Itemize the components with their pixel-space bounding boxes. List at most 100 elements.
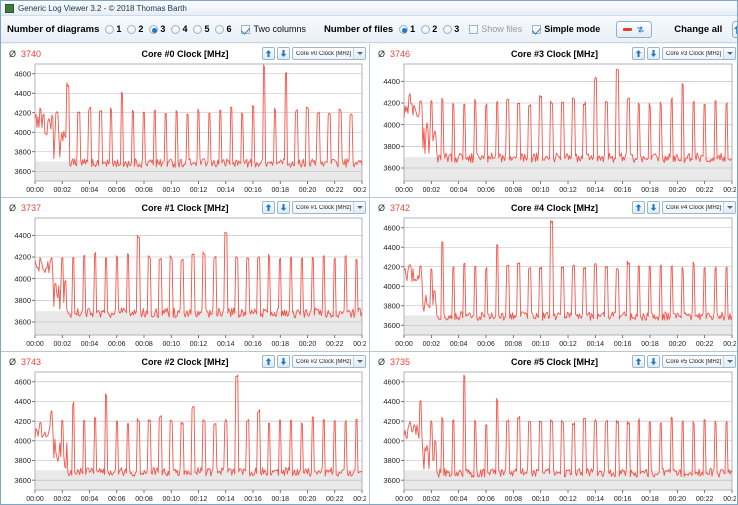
- average-symbol: Ø: [9, 202, 17, 213]
- chart-canvas[interactable]: 3600 3800 4000 4200 4400 4600 00:00 00:02 00:04 0…: [4, 369, 366, 504]
- panel-header: Ø 3742 Core #4 Clock [MHz] Core #4 Clock…: [373, 200, 736, 215]
- svg-text:4400: 4400: [14, 397, 31, 406]
- file-radio-2[interactable]: 2: [421, 24, 437, 34]
- panel-up-button[interactable]: [632, 201, 645, 214]
- arrow-down-icon: [650, 50, 657, 57]
- panel-up-button[interactable]: [262, 47, 275, 60]
- svg-text:00:02: 00:02: [53, 187, 71, 194]
- panel-down-button[interactable]: [277, 355, 290, 368]
- file-radio-1[interactable]: 1: [399, 24, 415, 34]
- svg-text:00:16: 00:16: [244, 496, 262, 503]
- chart-canvas[interactable]: 3600 3800 4000 4200 4400 00:00 00:02 00:04 00:06…: [4, 215, 366, 350]
- file-radio-3[interactable]: 3: [443, 24, 459, 34]
- arrow-down-icon: [280, 50, 287, 57]
- diagram-radio-6[interactable]: 6: [215, 24, 231, 34]
- svg-text:4600: 4600: [14, 69, 31, 78]
- panel-controls: Core #4 Clock [MHz]: [632, 201, 736, 214]
- radio-dot-icon: [421, 24, 431, 34]
- series-select[interactable]: Core #4 Clock [MHz]: [662, 201, 736, 214]
- panel-up-button[interactable]: [632, 47, 645, 60]
- svg-text:00:02: 00:02: [53, 341, 71, 348]
- svg-text:00:08: 00:08: [505, 341, 523, 348]
- series-select[interactable]: Core #1 Clock [MHz]: [292, 201, 366, 214]
- chart-canvas[interactable]: 3600 3800 4000 4200 4400 4600 00:00 00:02 00:04 0…: [373, 215, 736, 350]
- series-select[interactable]: Core #5 Clock [MHz]: [662, 355, 736, 368]
- toggle-series-color-button[interactable]: [616, 20, 653, 38]
- svg-text:3600: 3600: [14, 167, 31, 176]
- svg-text:4400: 4400: [383, 243, 400, 252]
- title-bar: Generic Log Viewer 3.2 - © 2018 Thomas B…: [1, 1, 737, 16]
- average-value: 3740: [21, 48, 42, 59]
- average-display: Ø 3740: [4, 49, 41, 59]
- svg-text:00:06: 00:06: [477, 341, 495, 348]
- series-select-value: Core #1 Clock [MHz]: [296, 204, 352, 211]
- svg-text:4600: 4600: [383, 223, 400, 232]
- series-select[interactable]: Core #0 Clock [MHz]: [292, 47, 366, 60]
- diagram-radio-4[interactable]: 4: [171, 24, 187, 34]
- svg-text:00:24: 00:24: [723, 341, 736, 348]
- average-symbol: Ø: [9, 356, 17, 367]
- panel-down-button[interactable]: [277, 47, 290, 60]
- chart-canvas[interactable]: 3600 3800 4000 4200 4400 4600 00:00 00:02 00:04 0…: [373, 369, 736, 504]
- radio-dot-icon: [193, 24, 203, 34]
- svg-text:00:24: 00:24: [353, 341, 366, 348]
- diagram-radio-3[interactable]: 3: [149, 24, 165, 34]
- series-select[interactable]: Core #2 Clock [MHz]: [292, 355, 366, 368]
- simple-mode-checkbox[interactable]: Simple mode: [532, 24, 600, 34]
- svg-text:00:16: 00:16: [614, 187, 632, 194]
- panel-controls: Core #5 Clock [MHz]: [632, 355, 736, 368]
- svg-text:3800: 3800: [383, 456, 400, 465]
- chart-canvas[interactable]: 3600 3800 4000 4200 4400 4600 00:00 00:02 00:04 0…: [4, 61, 366, 196]
- change-all-up-button[interactable]: [732, 20, 737, 38]
- two-columns-label: Two columns: [253, 24, 307, 34]
- panel-up-button[interactable]: [262, 355, 275, 368]
- svg-text:00:02: 00:02: [423, 341, 441, 348]
- svg-text:3600: 3600: [14, 476, 31, 485]
- chart-canvas[interactable]: 3600 3800 4000 4200 4400 00:00 00:02 00:04 00:06…: [373, 61, 736, 196]
- svg-text:4600: 4600: [383, 377, 400, 386]
- svg-text:4000: 4000: [14, 274, 31, 283]
- svg-text:00:04: 00:04: [450, 341, 468, 348]
- svg-text:00:08: 00:08: [135, 187, 153, 194]
- svg-text:00:22: 00:22: [696, 496, 714, 503]
- panel-header: Ø 3743 Core #2 Clock [MHz] Core #2 Clock…: [4, 354, 366, 369]
- panel-down-button[interactable]: [647, 201, 660, 214]
- svg-text:00:06: 00:06: [477, 496, 495, 503]
- svg-text:3600: 3600: [383, 164, 400, 173]
- arrow-up-icon: [635, 204, 642, 211]
- diagram-panel: Ø 3746 Core #3 Clock [MHz] Core #3 Clock…: [370, 44, 737, 198]
- series-select-value: Core #0 Clock [MHz]: [296, 50, 352, 57]
- svg-text:00:18: 00:18: [641, 496, 659, 503]
- svg-text:00:14: 00:14: [587, 187, 605, 194]
- swap-arrows-icon: [637, 25, 645, 33]
- two-columns-checkbox[interactable]: Two columns: [241, 24, 306, 34]
- svg-text:00:00: 00:00: [26, 496, 44, 503]
- average-symbol: Ø: [378, 356, 386, 367]
- svg-text:3800: 3800: [14, 296, 31, 305]
- series-select[interactable]: Core #3 Clock [MHz]: [662, 47, 736, 60]
- show-files-checkbox[interactable]: Show files: [469, 24, 522, 34]
- average-symbol: Ø: [378, 202, 386, 213]
- svg-text:4200: 4200: [14, 253, 31, 262]
- change-all-label: Change all: [674, 23, 723, 35]
- panel-up-button[interactable]: [632, 355, 645, 368]
- file-radio-3-label: 3: [454, 24, 460, 34]
- average-value: 3743: [21, 356, 42, 367]
- diagram-panel: Ø 3743 Core #2 Clock [MHz] Core #2 Clock…: [1, 352, 370, 504]
- panel-up-button[interactable]: [262, 201, 275, 214]
- svg-text:4400: 4400: [383, 77, 400, 86]
- diagram-radio-1[interactable]: 1: [105, 24, 121, 34]
- diagram-radio-5-label: 5: [204, 24, 210, 34]
- svg-text:00:16: 00:16: [244, 341, 262, 348]
- average-value: 3742: [390, 202, 411, 213]
- diagram-panel: Ø 3742 Core #4 Clock [MHz] Core #4 Clock…: [370, 198, 737, 352]
- diagram-radio-2[interactable]: 2: [127, 24, 143, 34]
- average-display: Ø 3746: [373, 49, 410, 59]
- svg-text:00:18: 00:18: [641, 187, 659, 194]
- show-files-label: Show files: [481, 24, 523, 34]
- diagram-radio-5[interactable]: 5: [193, 24, 209, 34]
- svg-text:00:04: 00:04: [450, 187, 468, 194]
- panel-down-button[interactable]: [647, 355, 660, 368]
- panel-down-button[interactable]: [277, 201, 290, 214]
- panel-down-button[interactable]: [647, 47, 660, 60]
